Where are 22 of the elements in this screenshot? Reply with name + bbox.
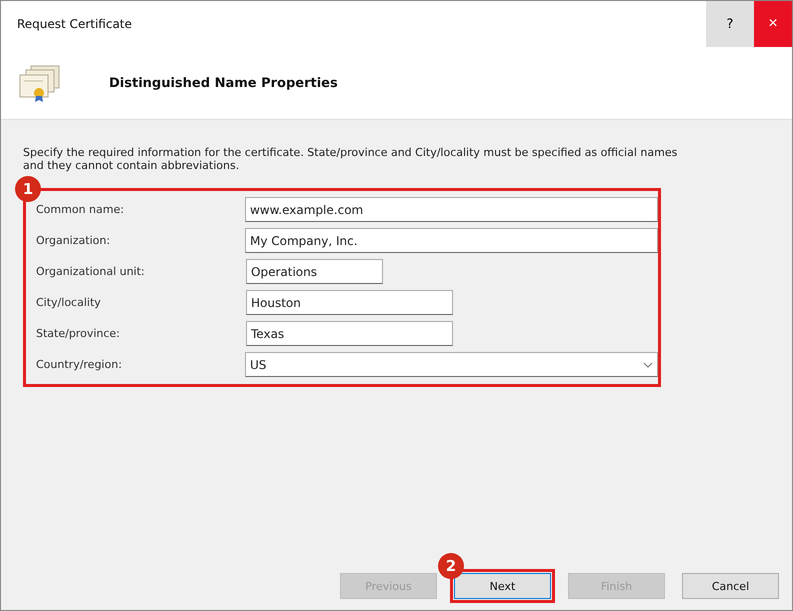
field-label: State/province: <box>35 327 121 340</box>
page-heading: Distinguished Name Properties <box>109 76 338 90</box>
text-field[interactable]: My Company, Inc. <box>244 228 658 253</box>
text-field[interactable]: www.example.com <box>244 197 658 222</box>
instructions-text: Specify the required information for the certificate. State/province and City/locality must be specified as official names and they cannot contain abbreviations. <box>23 146 678 172</box>
text-field[interactable]: Operations <box>246 259 383 284</box>
field-label: Organization: <box>35 234 112 247</box>
dropdown-field[interactable]: US <box>244 352 658 377</box>
field-label: City/locality <box>35 296 102 309</box>
text-field[interactable]: Texas <box>246 321 453 346</box>
certificates-icon <box>17 63 61 103</box>
field-label: Common name: <box>35 203 125 216</box>
close-button[interactable]: × <box>754 1 792 47</box>
callout-badge: 2 <box>438 553 464 579</box>
window-title: Request Certificate <box>17 17 132 31</box>
callout-badge: 1 <box>15 176 41 202</box>
chevron-down-icon <box>643 362 653 368</box>
field-label: Organizational unit: <box>35 265 146 278</box>
help-button[interactable]: ? <box>706 1 754 47</box>
dialog-button[interactable]: Cancel <box>682 573 779 599</box>
field-label: Country/region: <box>35 358 123 371</box>
text-field[interactable]: Houston <box>246 290 453 315</box>
